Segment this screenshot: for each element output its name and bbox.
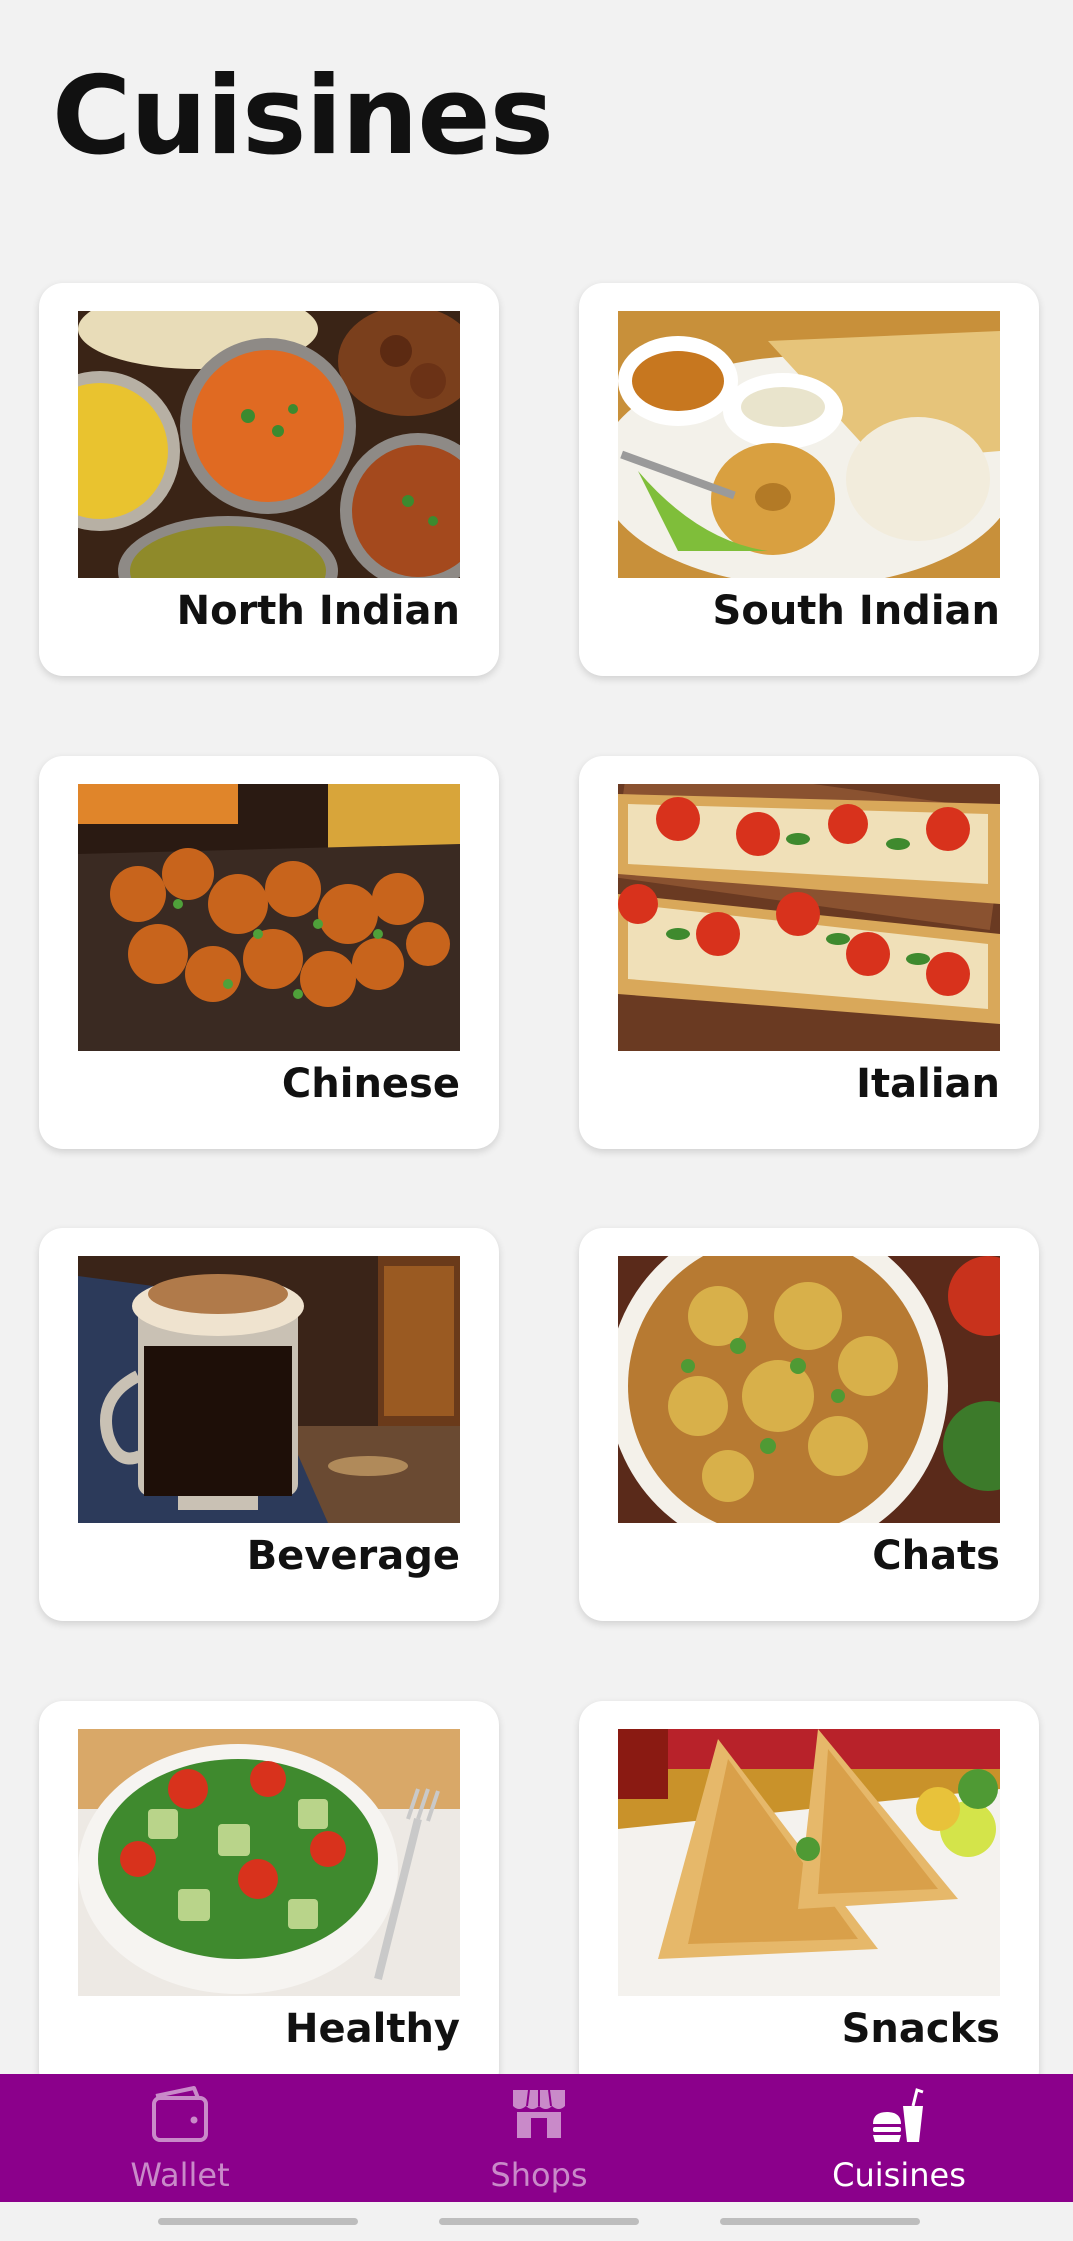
cuisine-card-italian[interactable]: Italian	[579, 756, 1039, 1149]
cuisine-label: Beverage	[246, 1533, 460, 1579]
nav-label-wallet: Wallet	[130, 2156, 230, 2194]
cuisine-card-healthy[interactable]: Healthy	[39, 1701, 499, 2094]
cuisine-label: Chats	[872, 1533, 1000, 1579]
cuisine-label: Snacks	[841, 2006, 1000, 2052]
healthy-food-photo	[78, 1729, 460, 1996]
system-gesture-bar	[0, 2202, 1073, 2241]
cuisine-label: Italian	[856, 1061, 1000, 1107]
cuisine-card-snacks[interactable]: Snacks	[579, 1701, 1039, 2094]
cuisine-card-south-indian[interactable]: South Indian	[579, 283, 1039, 676]
north-indian-food-photo	[78, 311, 460, 578]
cuisine-label: Chinese	[281, 1061, 460, 1107]
wallet-icon	[150, 2084, 210, 2146]
beverage-photo	[78, 1256, 460, 1523]
snacks-food-photo	[618, 1729, 1000, 1996]
gesture-handle[interactable]	[158, 2218, 358, 2225]
nav-item-wallet[interactable]: Wallet	[70, 2074, 290, 2202]
italian-food-photo	[618, 784, 1000, 1051]
nav-label-shops: Shops	[490, 2156, 588, 2194]
south-indian-food-photo	[618, 311, 1000, 578]
page-title: Cuisines	[52, 54, 554, 179]
cuisine-label: North Indian	[176, 588, 460, 634]
cuisine-label: South Indian	[712, 588, 1000, 634]
shop-icon	[509, 2084, 569, 2146]
gesture-handle[interactable]	[720, 2218, 920, 2225]
chinese-food-photo	[78, 784, 460, 1051]
nav-item-shops[interactable]: Shops	[429, 2074, 649, 2202]
nav-item-cuisines[interactable]: Cuisines	[789, 2074, 1009, 2202]
cuisine-card-beverage[interactable]: Beverage	[39, 1228, 499, 1621]
bottom-navigation: Wallet Shops Cuisines	[0, 2074, 1073, 2202]
cuisine-card-chinese[interactable]: Chinese	[39, 756, 499, 1149]
nav-label-cuisines: Cuisines	[832, 2156, 966, 2194]
gesture-handle[interactable]	[439, 2218, 639, 2225]
cuisine-label: Healthy	[285, 2006, 460, 2052]
cuisine-card-north-indian[interactable]: North Indian	[39, 283, 499, 676]
fastfood-icon	[869, 2084, 929, 2146]
cuisine-card-chats[interactable]: Chats	[579, 1228, 1039, 1621]
chats-food-photo	[618, 1256, 1000, 1523]
